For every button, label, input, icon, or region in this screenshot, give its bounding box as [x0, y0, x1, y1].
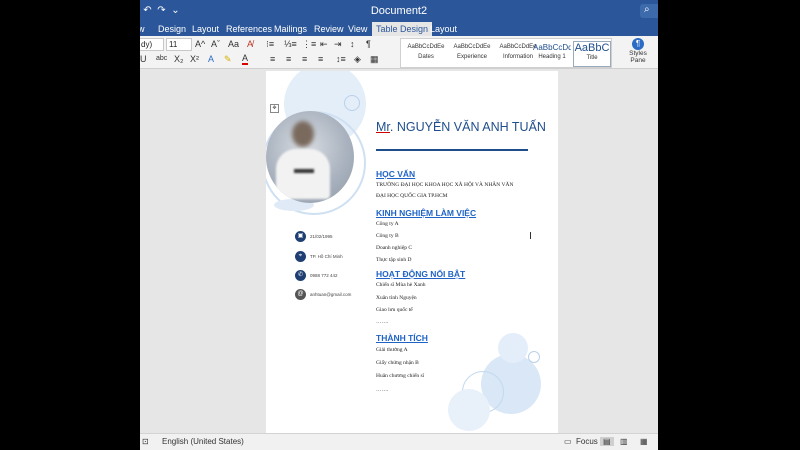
superscript-button[interactable]: X² [190, 53, 199, 65]
tab-layout[interactable]: Layout [188, 22, 223, 36]
focus-icon[interactable]: ▭ [564, 437, 572, 446]
style-experience[interactable]: AaBbCcDdEe Experience [449, 41, 495, 65]
deco-circle [448, 389, 490, 431]
activity-line: ……. [376, 319, 389, 325]
education-line: TRƯỜNG ĐẠI HỌC KHOA HỌC XÃ HỘI VÀ NHÂN V… [376, 182, 514, 188]
ribbon: dy) 11 A^ Aˇ Aa A̸ ⁝≡ ⅓≡ ⋮≡ ⇤ ⇥ ↕ ¶ U ab… [140, 36, 658, 69]
multilevel-icon[interactable]: ⋮≡ [302, 38, 316, 50]
align-left-icon[interactable]: ≡ [270, 53, 275, 65]
tab-mailings[interactable]: Mailings [270, 22, 311, 36]
search-icon: ⌕ [644, 4, 650, 15]
shading-icon[interactable]: ◈ [354, 53, 361, 65]
resume-name: Mr. NGUYỄN VĂN ANH TUẤN [376, 120, 546, 134]
font-size-box[interactable]: 11 [166, 38, 192, 51]
style-heading-1[interactable]: AaBbCcDd Heading 1 [533, 41, 571, 65]
phone-icon: ✆ [295, 270, 306, 281]
clear-formatting-icon[interactable]: A̸ [247, 38, 253, 50]
language-status[interactable]: English (United States) [162, 437, 244, 446]
section-achievements-title: THÀNH TÍCH [376, 333, 428, 343]
style-title[interactable]: AaBbC Title [573, 41, 611, 67]
bullets-icon[interactable]: ⁝≡ [266, 38, 274, 50]
web-layout-icon[interactable]: ▥ [620, 437, 628, 446]
styles-pane-icon: ¶ [632, 38, 644, 50]
spellcheck-underline [376, 132, 390, 133]
tab-review[interactable]: Review [310, 22, 348, 36]
tab-view-partial[interactable]: w [140, 22, 149, 36]
contact-birthdate: 21/02/1995 [310, 234, 333, 239]
title-bar: ↶ ↷ ⌄ Document2 ⌕ [140, 0, 658, 22]
highlight-icon[interactable]: ✎ [224, 53, 232, 65]
decrease-indent-icon[interactable]: ⇤ [320, 38, 328, 50]
achievement-line: Giấy chứng nhận B [376, 360, 419, 366]
line-spacing-icon[interactable]: ↕≡ [336, 53, 346, 65]
table-move-handle[interactable]: ✥ [270, 104, 279, 113]
email-icon: @ [295, 289, 306, 300]
numbering-icon[interactable]: ⅓≡ [284, 38, 297, 50]
tab-table-layout[interactable]: Layout [426, 22, 461, 36]
deco-small-ring [344, 95, 360, 111]
activity-line: Xuân tình Nguyện [376, 295, 417, 301]
text-effects-icon[interactable]: A [208, 53, 214, 65]
styles-gallery: AaBbCcDdEe Dates AaBbCcDdEe Experience A… [400, 38, 612, 68]
proofing-icon[interactable]: ⊡ [142, 437, 149, 446]
word-window: ↶ ↷ ⌄ Document2 ⌕ w Design Layout Refere… [140, 0, 658, 450]
name-divider [376, 149, 528, 151]
achievement-line: Giải thưởng A [376, 347, 408, 353]
search-box[interactable]: ⌕ [640, 4, 658, 18]
read-mode-icon[interactable]: ▦ [640, 437, 648, 446]
borders-icon[interactable]: ▦ [370, 53, 379, 65]
justify-icon[interactable]: ≡ [318, 53, 323, 65]
font-name-box[interactable]: dy) [140, 38, 164, 51]
contact-phone: 0988 772 442 [310, 273, 338, 278]
calendar-icon: ▣ [295, 231, 306, 242]
print-layout-icon[interactable]: ▤ [600, 437, 614, 446]
experience-line: Công ty A [376, 221, 399, 227]
align-center-icon[interactable]: ≡ [286, 53, 291, 65]
deco-small-ring [528, 351, 540, 363]
strikethrough-button[interactable]: abc [156, 53, 167, 65]
tab-table-design[interactable]: Table Design [372, 22, 433, 36]
subscript-button[interactable]: X₂ [174, 53, 184, 65]
align-right-icon[interactable]: ≡ [302, 53, 307, 65]
increase-indent-icon[interactable]: ⇥ [334, 38, 342, 50]
style-dates[interactable]: AaBbCcDdEe Dates [403, 41, 449, 65]
activity-line: Giao lưu quốc tế [376, 307, 413, 313]
shrink-font-button[interactable]: Aˇ [211, 38, 220, 50]
achievement-line: Huân chương chiến sĩ [376, 373, 425, 379]
experience-line: Doanh nghiệp C [376, 245, 413, 251]
focus-button[interactable]: Focus [576, 437, 598, 446]
profile-photo [266, 111, 354, 203]
section-education-title: HỌC VẤN [376, 169, 416, 179]
contact-email: anhtuan@gmail.com [310, 292, 352, 297]
location-icon: ⌖ [295, 251, 306, 262]
experience-line: Thực tập sinh D [376, 257, 412, 263]
section-experience-title: KINH NGHIỆM LÀM VIỆC [376, 208, 477, 218]
change-case-button[interactable]: Aa [228, 38, 239, 50]
education-line: ĐẠI HỌC QUỐC GIA TP.HCM [376, 193, 448, 199]
ribbon-tabs: w Design Layout References Mailings Revi… [140, 22, 658, 36]
styles-pane-button[interactable]: ¶ Styles Pane [620, 38, 656, 66]
experience-line: Công ty B [376, 233, 399, 239]
show-marks-button[interactable]: ¶ [366, 38, 371, 50]
document-title: Document2 [370, 5, 428, 17]
underline-button[interactable]: U [140, 53, 147, 65]
achievement-line: ……. [376, 387, 389, 393]
status-bar: ⊡ English (United States) ▭ Focus ▤ ▥ ▦ [140, 433, 658, 450]
tab-design[interactable]: Design [154, 22, 190, 36]
contact-location: TP. Hồ Chí Minh [310, 254, 343, 259]
tab-view[interactable]: View [344, 22, 371, 36]
activity-line: Chiến sĩ Mùa hè Xanh [376, 282, 426, 288]
grow-font-button[interactable]: A^ [195, 38, 205, 50]
deco-circle [498, 333, 528, 363]
font-color-icon[interactable]: A [242, 53, 249, 65]
text-cursor [530, 232, 531, 239]
document-canvas[interactable]: ✥ Mr. NGUYỄN VĂN ANH TUẤN ▣ 21/02/1995 ⌖… [140, 69, 658, 433]
section-activities-title: HOẠT ĐỘNG NỔI BẬT [376, 269, 466, 279]
sort-icon[interactable]: ↕ [350, 38, 355, 50]
tab-references[interactable]: References [222, 22, 276, 36]
resume-page[interactable]: ✥ Mr. NGUYỄN VĂN ANH TUẤN ▣ 21/02/1995 ⌖… [266, 71, 558, 433]
